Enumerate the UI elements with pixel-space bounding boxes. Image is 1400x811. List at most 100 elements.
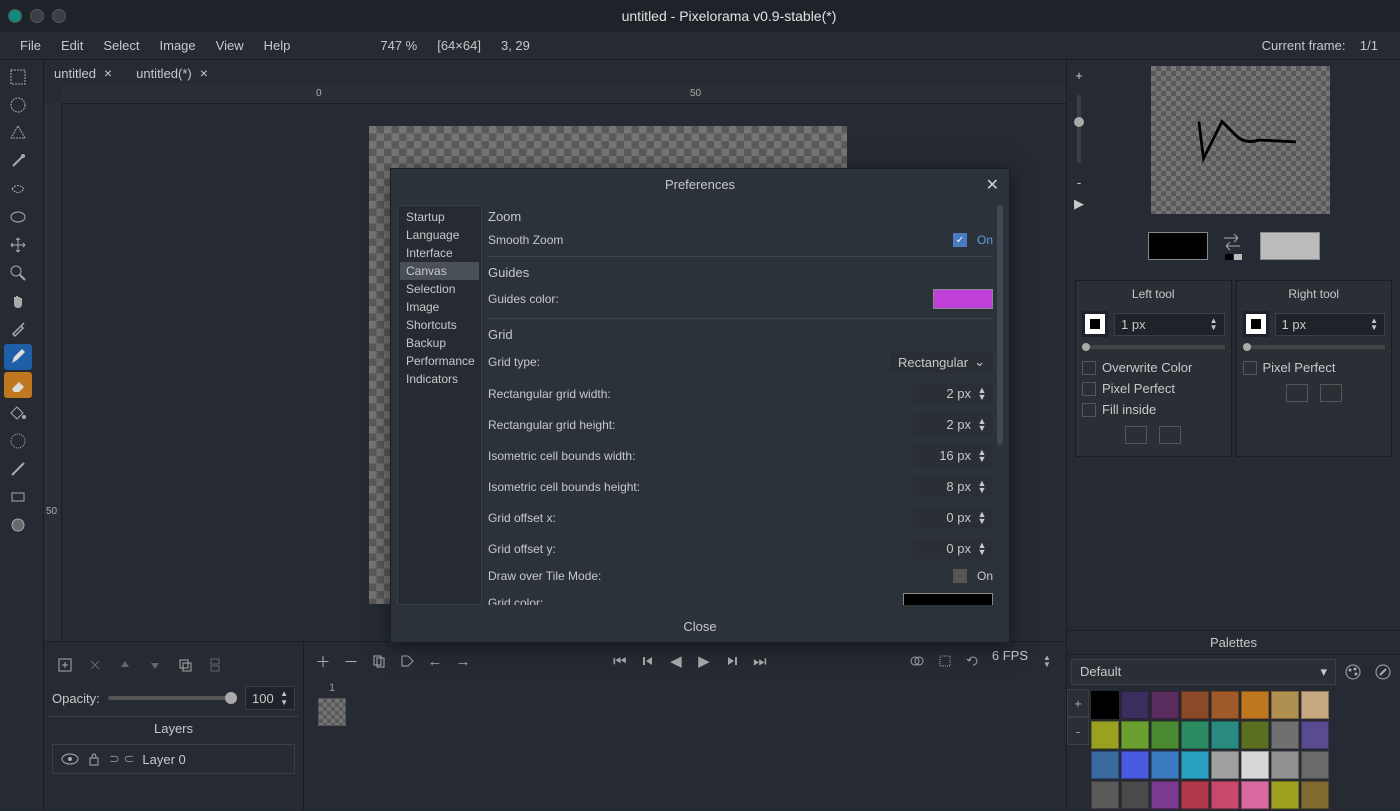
grid-color-well[interactable] — [903, 593, 993, 605]
onion-skin-icon[interactable] — [904, 648, 930, 674]
eraser-tool-icon[interactable] — [4, 372, 32, 398]
brush-preview-icon[interactable] — [1082, 311, 1108, 337]
palette-color[interactable] — [1181, 691, 1209, 719]
clone-layer-icon[interactable] — [172, 652, 198, 678]
window-max-button[interactable] — [52, 9, 66, 23]
sidebar-item-interface[interactable]: Interface — [400, 244, 479, 262]
offset-y-input[interactable]: 0 px▲▼ — [913, 538, 993, 559]
swap-colors-icon[interactable] — [1220, 232, 1248, 260]
copy-frame-icon[interactable] — [366, 648, 392, 674]
tag-frame-icon[interactable] — [394, 648, 420, 674]
palette-color[interactable] — [1241, 781, 1269, 809]
palette-color[interactable] — [1181, 751, 1209, 779]
sidebar-item-language[interactable]: Language — [400, 226, 479, 244]
next-frame-icon[interactable] — [719, 648, 745, 674]
foreground-color[interactable] — [1148, 232, 1208, 260]
draw-tile-checkbox[interactable] — [953, 569, 967, 583]
rect-select-tool-icon[interactable] — [4, 64, 32, 90]
rect-width-input[interactable]: 2 px▲▼ — [913, 383, 993, 404]
lasso-tool-icon[interactable] — [4, 176, 32, 202]
brush-size-input[interactable]: 1 px▲▼ — [1275, 313, 1386, 336]
brush-size-slider[interactable] — [1243, 345, 1386, 349]
vertical-ruler[interactable]: 50 — [44, 104, 62, 641]
palette-color[interactable] — [1121, 781, 1149, 809]
zoom-tool-icon[interactable] — [4, 260, 32, 286]
palette-color[interactable] — [1301, 721, 1329, 749]
last-frame-icon[interactable]: ⏭ — [747, 648, 773, 674]
grid-type-dropdown[interactable]: Rectangular⌄ — [890, 351, 993, 373]
brush-size-input[interactable]: 1 px▲▼ — [1114, 313, 1225, 336]
palette-color[interactable] — [1091, 691, 1119, 719]
palette-color[interactable] — [1301, 691, 1329, 719]
line-tool-icon[interactable] — [4, 456, 32, 482]
fps-stepper-icon[interactable]: ▲▼ — [1034, 648, 1060, 674]
palette-color[interactable] — [1241, 721, 1269, 749]
sidebar-item-canvas[interactable]: Canvas — [400, 262, 479, 280]
add-layer-icon[interactable] — [52, 652, 78, 678]
palette-color[interactable] — [1271, 751, 1299, 779]
palette-color[interactable] — [1241, 691, 1269, 719]
color-select-tool-icon[interactable] — [4, 204, 32, 230]
add-frame-icon[interactable]: ＋ — [310, 648, 336, 674]
palette-color[interactable] — [1181, 781, 1209, 809]
frame-number[interactable]: 1 — [316, 680, 348, 696]
play-preview-icon[interactable]: ▶ — [1074, 196, 1084, 212]
palette-color[interactable] — [1121, 691, 1149, 719]
sidebar-item-indicators[interactable]: Indicators — [400, 370, 479, 388]
palette-color[interactable] — [1301, 751, 1329, 779]
fill-inside-row[interactable]: Fill inside — [1082, 399, 1225, 420]
delete-frame-icon[interactable]: － — [338, 648, 364, 674]
guides-color-well[interactable] — [933, 289, 993, 309]
visibility-icon[interactable] — [61, 753, 79, 765]
play-forward-icon[interactable]: ▶ — [691, 648, 717, 674]
overwrite-color-row[interactable]: Overwrite Color — [1082, 357, 1225, 378]
palette-color[interactable] — [1211, 691, 1239, 719]
zoom-in-icon[interactable]: + — [1075, 68, 1083, 83]
pan-tool-icon[interactable] — [4, 288, 32, 314]
palette-color[interactable] — [1211, 721, 1239, 749]
lock-icon[interactable] — [87, 752, 101, 766]
move-frame-left-icon[interactable]: ← — [422, 648, 448, 674]
delete-layer-icon[interactable] — [82, 652, 108, 678]
horizontal-ruler[interactable]: 0 50 — [62, 86, 1066, 104]
palette-color[interactable] — [1301, 781, 1329, 809]
opacity-slider[interactable] — [108, 696, 237, 700]
menu-edit[interactable]: Edit — [51, 34, 93, 57]
move-layer-down-icon[interactable] — [142, 652, 168, 678]
background-color[interactable] — [1260, 232, 1320, 260]
tab-untitled[interactable]: untitled × — [44, 61, 122, 85]
pixel-perfect-row[interactable]: Pixel Perfect — [1243, 357, 1386, 378]
iso-height-input[interactable]: 8 px▲▼ — [913, 476, 993, 497]
ellipse-tool-icon[interactable] — [4, 512, 32, 538]
polygon-select-tool-icon[interactable] — [4, 120, 32, 146]
palette-color[interactable] — [1151, 691, 1179, 719]
menu-image[interactable]: Image — [150, 34, 206, 57]
add-color-icon[interactable]: + — [1067, 689, 1089, 717]
dialog-title-bar[interactable]: Preferences ✕ — [391, 169, 1009, 199]
magic-wand-tool-icon[interactable] — [4, 148, 32, 174]
preferences-content[interactable]: Zoom Smooth Zoom ✓ On Guides Guides colo… — [488, 205, 1003, 605]
mirror-h-icon[interactable] — [1125, 426, 1147, 444]
ellipse-select-tool-icon[interactable] — [4, 92, 32, 118]
brush-size-slider[interactable] — [1082, 345, 1225, 349]
mirror-v-icon[interactable] — [1159, 426, 1181, 444]
sidebar-item-selection[interactable]: Selection — [400, 280, 479, 298]
preview-zoom-slider[interactable] — [1076, 83, 1082, 175]
palette-color[interactable] — [1271, 721, 1299, 749]
brush-preview-icon[interactable] — [1243, 311, 1269, 337]
tab-untitled-star[interactable]: untitled(*) × — [126, 61, 218, 85]
palette-color[interactable] — [1151, 721, 1179, 749]
bucket-tool-icon[interactable] — [4, 400, 32, 426]
shading-tool-icon[interactable] — [4, 428, 32, 454]
palette-color[interactable] — [1151, 781, 1179, 809]
new-palette-icon[interactable] — [1340, 659, 1366, 685]
palette-color[interactable] — [1271, 691, 1299, 719]
pixel-perfect-row[interactable]: Pixel Perfect — [1082, 378, 1225, 399]
palette-color[interactable] — [1151, 751, 1179, 779]
scrollbar[interactable] — [997, 205, 1003, 445]
sidebar-item-backup[interactable]: Backup — [400, 334, 479, 352]
window-min-button[interactable] — [30, 9, 44, 23]
mirror-v-icon[interactable] — [1320, 384, 1342, 402]
close-icon[interactable]: × — [104, 65, 112, 81]
iso-width-input[interactable]: 16 px▲▼ — [913, 445, 993, 466]
